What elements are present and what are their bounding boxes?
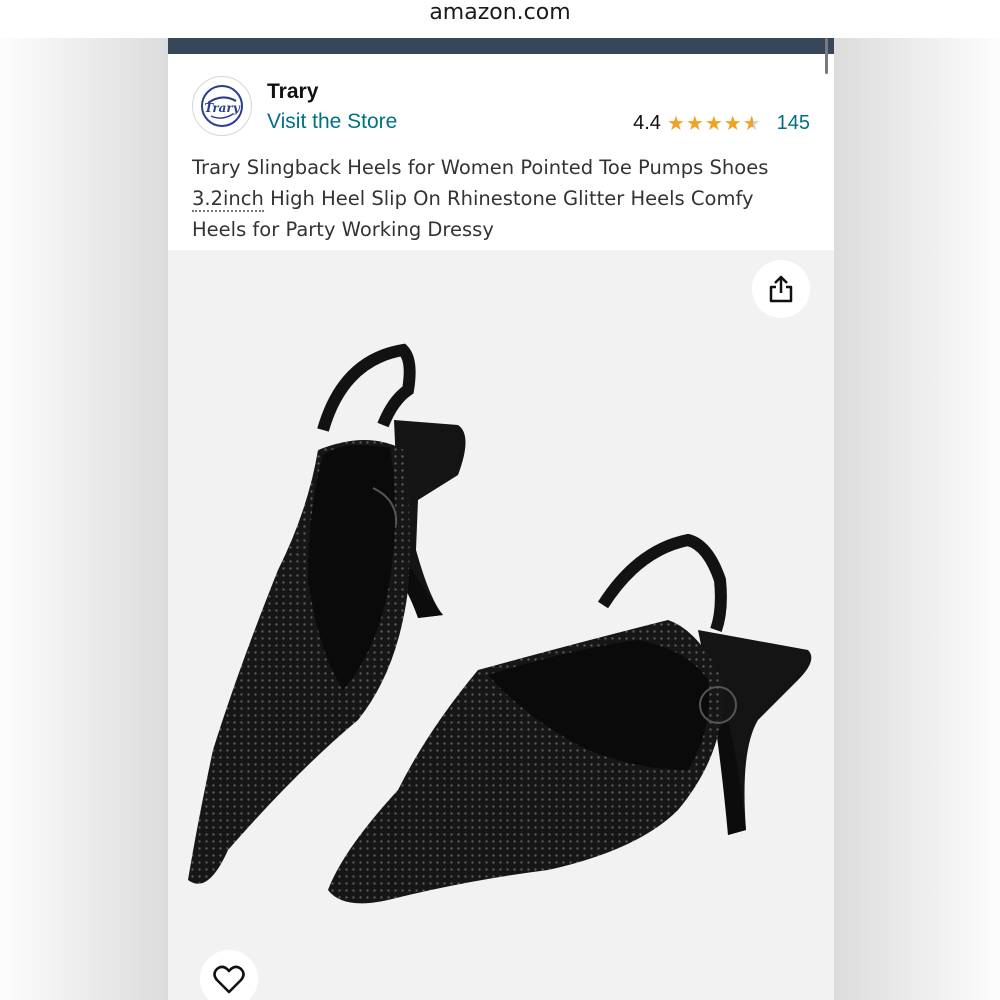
share-button[interactable] (752, 260, 810, 318)
star-icon: ★ (704, 112, 723, 135)
brand-logo-text: Trary (204, 101, 240, 115)
product-title-text-rest: High Heel Slip On Rhinestone Glitter Hee… (192, 187, 754, 241)
nav-bar (168, 38, 834, 54)
favorite-button[interactable] (200, 950, 258, 1000)
product-photo (188, 343, 812, 904)
url-label[interactable]: amazon.com (0, 0, 1000, 26)
product-title-text: Trary Slingback Heels for Women Pointed … (192, 156, 769, 179)
rating-value: 4.4 (633, 112, 661, 134)
scrollbar[interactable] (825, 38, 828, 74)
product-title: Trary Slingback Heels for Women Pointed … (192, 152, 812, 245)
rating-summary[interactable]: 4.4 ★ ★ ★ ★ ★ 145 (633, 112, 810, 135)
rating-count-link[interactable]: 145 (777, 112, 810, 135)
star-icon: ★ (685, 112, 704, 135)
heel-height-link[interactable]: 3.2inch (192, 187, 264, 212)
half-star-icon: ★ (742, 112, 761, 135)
share-icon (769, 275, 793, 303)
product-page: Trary Trary Visit the Store 4.4 ★ ★ ★ ★ … (168, 38, 834, 1000)
visit-store-link[interactable]: Visit the Store (267, 110, 397, 134)
star-rating: ★ ★ ★ ★ ★ (667, 114, 761, 134)
brand-name: Trary (267, 80, 319, 103)
star-icon: ★ (723, 112, 742, 135)
product-image-gallery[interactable] (168, 250, 834, 1000)
star-icon: ★ (666, 112, 685, 135)
brand-logo[interactable]: Trary (192, 76, 252, 136)
heart-icon (213, 965, 245, 994)
browser-address-bar: amazon.com (0, 0, 1000, 38)
brand-logo-icon: Trary (201, 85, 243, 127)
right-backdrop (834, 0, 1000, 1000)
left-backdrop (0, 0, 168, 1000)
